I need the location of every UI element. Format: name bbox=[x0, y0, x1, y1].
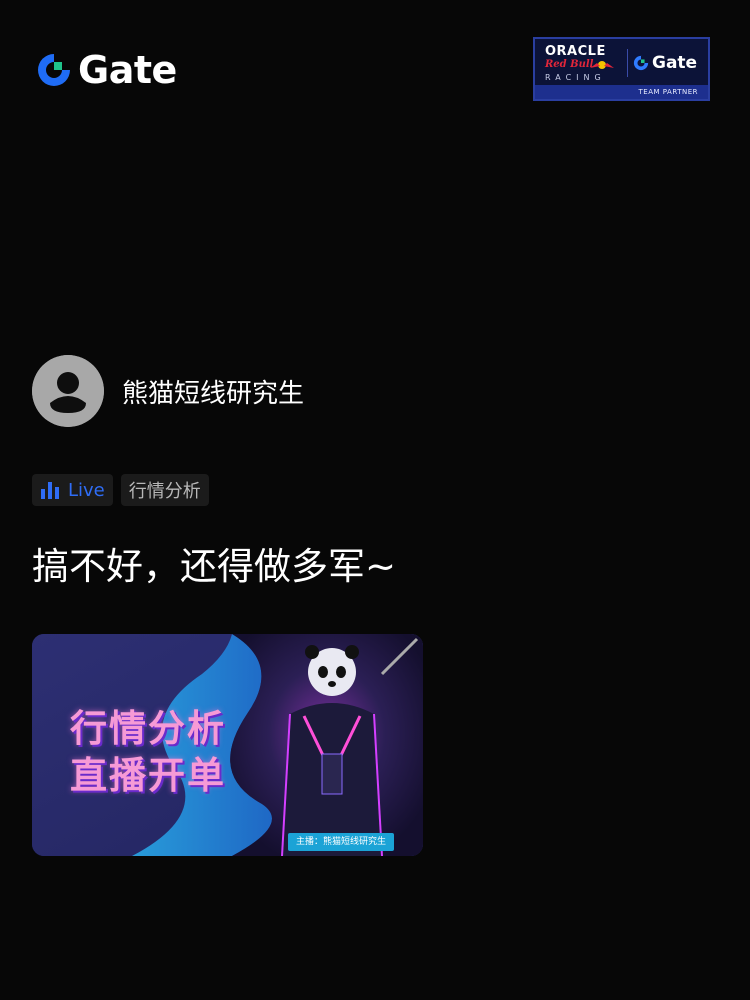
gate-mini-text: Gate bbox=[652, 53, 698, 73]
avatar[interactable] bbox=[32, 355, 104, 427]
post-title[interactable]: 搞不好，还得做多军~ bbox=[32, 536, 396, 590]
gate-logo[interactable]: Gate bbox=[36, 50, 177, 90]
live-cover-card[interactable]: 行情分析 直播开单 主播：熊猫短线研究生 bbox=[32, 634, 423, 856]
post-tags: Live 行情分析 bbox=[32, 474, 209, 506]
author-name[interactable]: 熊猫短线研究生 bbox=[122, 373, 304, 410]
post-author[interactable]: 熊猫短线研究生 bbox=[32, 355, 304, 427]
category-tag[interactable]: 行情分析 bbox=[120, 474, 209, 506]
team-partner-label: TEAM PARTNER bbox=[535, 85, 708, 99]
bar-chart-icon bbox=[41, 482, 59, 499]
gate-logo-icon bbox=[38, 54, 70, 86]
cover-headline-1: 行情分析 bbox=[70, 707, 226, 750]
oracle-wordmark: ORACLE bbox=[545, 44, 606, 59]
category-tag-label: 行情分析 bbox=[128, 481, 201, 502]
cover-headline-2: 直播开单 bbox=[70, 754, 226, 797]
badge-divider bbox=[627, 49, 628, 77]
gate-logo-text: Gate bbox=[78, 48, 177, 92]
redbull-bulls-icon bbox=[590, 61, 614, 69]
default-user-icon bbox=[32, 355, 104, 427]
redbull-wordmark: Red Bull bbox=[545, 59, 594, 70]
oracle-redbull-partner-badge: ORACLE Red Bull RACING Gate TEAM PARTNER bbox=[533, 37, 710, 101]
gate-mini-icon bbox=[633, 55, 649, 71]
racing-wordmark: RACING bbox=[545, 73, 606, 82]
gate-mini-logo: Gate bbox=[633, 53, 697, 73]
cover-host-label: 主播：熊猫短线研究生 bbox=[288, 833, 395, 851]
live-tag-label: Live bbox=[68, 479, 105, 501]
live-tag[interactable]: Live bbox=[32, 474, 113, 506]
